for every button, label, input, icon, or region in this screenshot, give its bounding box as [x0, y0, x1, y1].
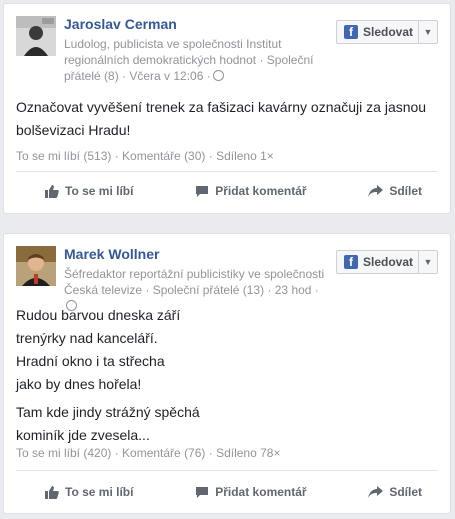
poem-line: Hradní okno i ta střecha — [16, 353, 165, 369]
comment-icon — [196, 486, 209, 498]
post-actions: To se mi líbí Přidat komentář Sdílet — [16, 176, 438, 206]
facebook-icon: f — [344, 25, 358, 39]
like-label: To se mi líbí — [65, 485, 134, 499]
share-button[interactable]: Sdílet — [368, 485, 422, 499]
chevron-down-icon[interactable]: ▼ — [419, 27, 437, 37]
poem-line: Rudou barvou dneska září — [16, 307, 181, 323]
comment-button[interactable]: Přidat komentář — [195, 184, 307, 198]
globe-icon — [212, 70, 224, 81]
follow-button[interactable]: f Sledovat ▼ — [336, 250, 438, 274]
post-text: Označovat vyvěšení trenek za fašizaci ka… — [16, 99, 427, 138]
poem-line: kominík jde zvesela... — [16, 427, 150, 443]
like-label: To se mi líbí — [65, 184, 134, 198]
share-icon — [368, 485, 384, 498]
share-button[interactable]: Sdílet — [368, 184, 422, 198]
share-label: Sdílet — [389, 485, 422, 499]
comment-icon — [196, 185, 209, 197]
follow-button[interactable]: f Sledovat ▼ — [336, 20, 438, 44]
avatar[interactable] — [16, 16, 56, 56]
divider — [16, 171, 438, 172]
post-stats[interactable]: To se mi líbí (420) · Komentáře (76) · S… — [16, 446, 280, 460]
post-body: Rudou barvou dneska září trenýrky nad ka… — [16, 304, 436, 447]
comment-label: Přidat komentář — [215, 485, 307, 499]
follow-label: Sledovat — [363, 255, 414, 269]
post-stats[interactable]: To se mi líbí (513) · Komentáře (30) · S… — [16, 149, 274, 163]
share-label: Sdílet — [389, 184, 422, 198]
like-button[interactable]: To se mi líbí — [44, 485, 133, 499]
avatar[interactable] — [16, 246, 56, 286]
poem-line: Tam kde jindy strážný spěchá — [16, 404, 200, 420]
poem-line: jako by dnes hořela! — [16, 376, 142, 392]
author-meta-text: Šéfredaktor reportážní publicistiky ve s… — [64, 267, 325, 297]
post-actions: To se mi líbí Přidat komentář Sdílet — [16, 477, 438, 507]
comment-button[interactable]: Přidat komentář — [195, 485, 307, 499]
thumbs-up-icon — [45, 486, 59, 499]
author-meta-text: Ludolog, publicista ve společnosti Insti… — [64, 37, 314, 83]
author-name[interactable]: Marek Wollner — [64, 246, 159, 262]
feed-post: Jaroslav Cerman Ludolog, publicista ve s… — [3, 3, 451, 214]
post-body: Označovat vyvěšení trenek za fašizaci ka… — [16, 96, 436, 142]
poem-line: trenýrky nad kanceláří. — [16, 330, 158, 346]
follow-label: Sledovat — [363, 25, 414, 39]
author-meta: Ludolog, publicista ve společnosti Insti… — [64, 36, 328, 84]
share-icon — [368, 184, 384, 197]
author-name[interactable]: Jaroslav Cerman — [64, 16, 177, 32]
feed-post: Marek Wollner Šéfredaktor reportážní pub… — [3, 233, 451, 514]
comment-label: Přidat komentář — [215, 184, 307, 198]
chevron-down-icon[interactable]: ▼ — [419, 257, 437, 267]
divider — [16, 470, 438, 471]
like-button[interactable]: To se mi líbí — [44, 184, 133, 198]
facebook-icon: f — [344, 255, 358, 269]
thumbs-up-icon — [45, 185, 59, 198]
